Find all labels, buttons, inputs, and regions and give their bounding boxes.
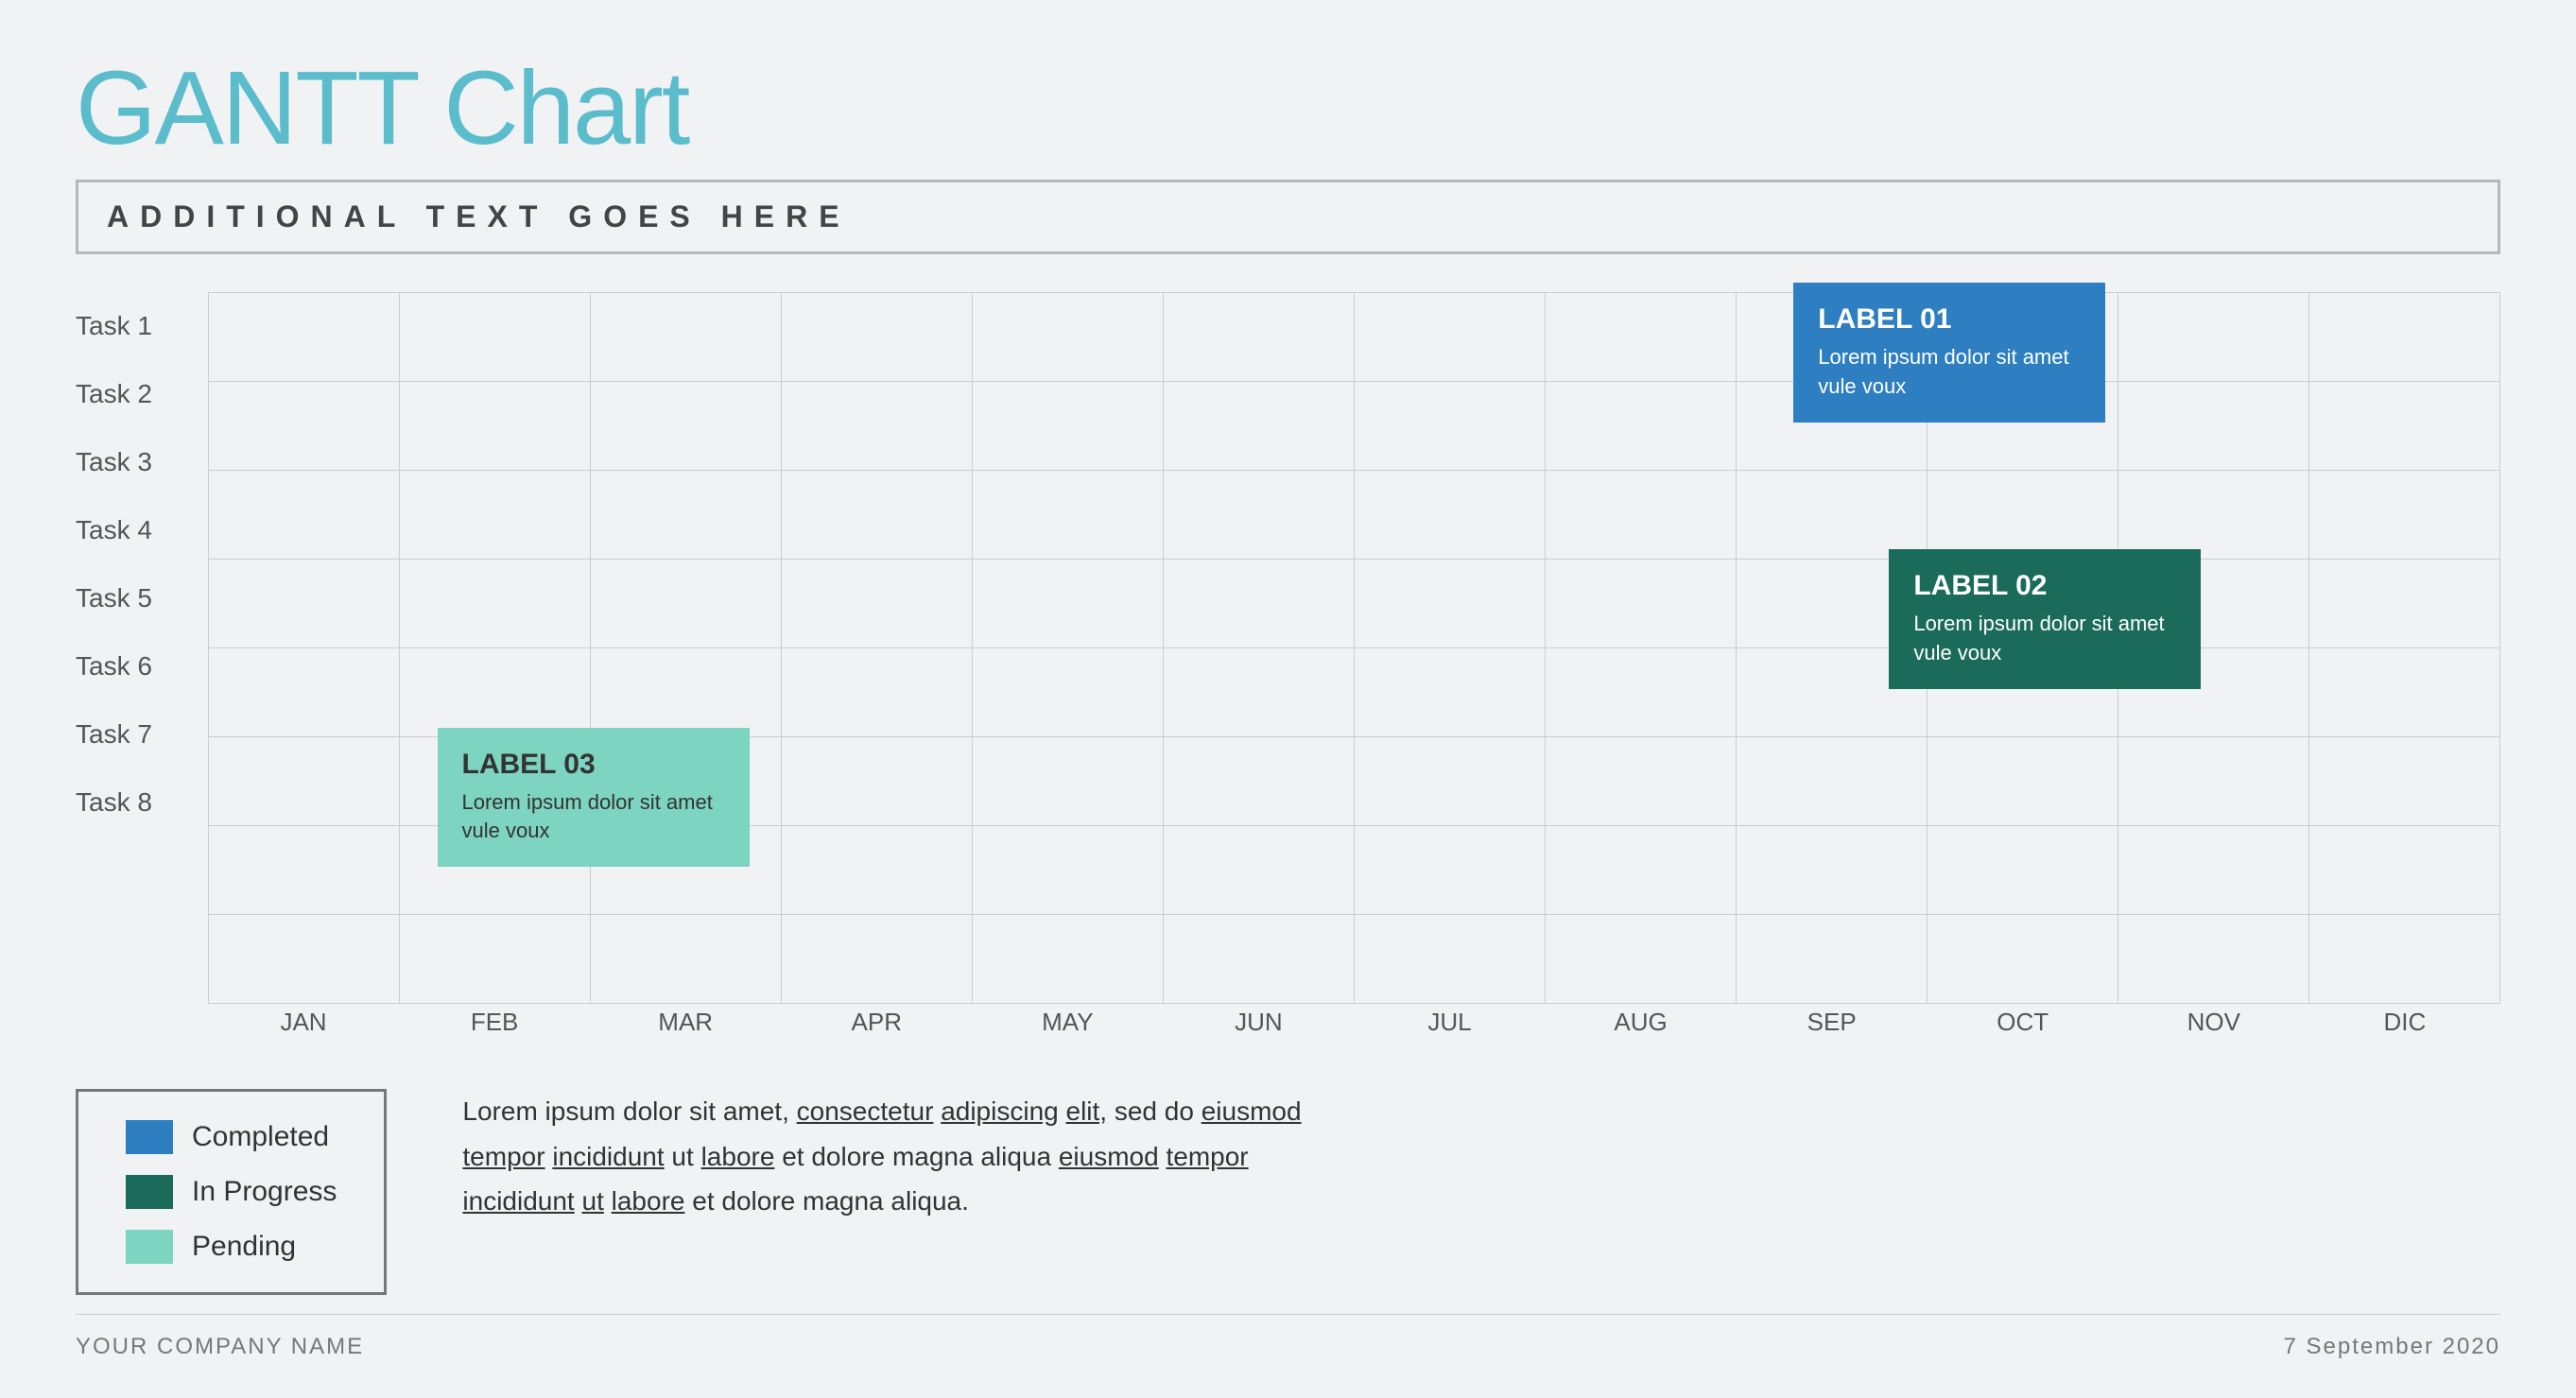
bottom-section: Completed In Progress Pending Lorem ipsu… — [76, 1089, 2500, 1295]
page: GANTT Chart ADDITIONAL TEXT GOES HERE Ta… — [0, 0, 2576, 1398]
subtitle-box: ADDITIONAL TEXT GOES HERE — [76, 180, 2500, 254]
legend-inprogress: In Progress — [126, 1175, 337, 1209]
label-01-body: Lorem ipsum dolor sit amet vule voux — [1818, 343, 2081, 402]
task-label-8: Task 8 — [76, 768, 208, 837]
task-label-4: Task 4 — [76, 496, 208, 564]
legend-pending: Pending — [126, 1230, 337, 1264]
task-label-2: Task 2 — [76, 360, 208, 428]
legend-completed-label: Completed — [192, 1121, 329, 1153]
footer: YOUR COMPANY NAME 7 September 2020 — [76, 1314, 2500, 1360]
month-apr: APR — [781, 1008, 972, 1055]
legend-inprogress-label: In Progress — [192, 1176, 337, 1208]
month-mar: MAR — [590, 1008, 781, 1055]
label-03: LABEL 03 Lorem ipsum dolor sit amet vule… — [438, 728, 750, 868]
month-oct: OCT — [1928, 1008, 2118, 1055]
label-02-body: Lorem ipsum dolor sit amet vule voux — [1913, 610, 2176, 668]
row-3 — [208, 470, 2500, 559]
legend-box: Completed In Progress Pending — [76, 1089, 387, 1295]
grid-rows-container: LABEL 01 Lorem ipsum dolor sit amet vule… — [208, 292, 2500, 1004]
month-jul: JUL — [1354, 1008, 1545, 1055]
task-label-6: Task 6 — [76, 632, 208, 700]
subtitle-text: ADDITIONAL TEXT GOES HERE — [107, 199, 851, 233]
month-sep: SEP — [1737, 1008, 1928, 1055]
description-text: Lorem ipsum dolor sit amet, consectetur … — [462, 1089, 1313, 1224]
label-03-body: Lorem ipsum dolor sit amet vule voux — [462, 788, 725, 847]
month-feb: FEB — [399, 1008, 590, 1055]
label-02: LABEL 02 Lorem ipsum dolor sit amet vule… — [1889, 549, 2201, 689]
month-nov: NOV — [2118, 1008, 2309, 1055]
legend-pending-label: Pending — [192, 1231, 296, 1263]
task-label-1: Task 1 — [76, 292, 208, 360]
legend-color-pending — [126, 1230, 173, 1264]
task-label-3: Task 3 — [76, 428, 208, 496]
task-label-7: Task 7 — [76, 700, 208, 768]
page-title: GANTT Chart — [76, 57, 2500, 161]
month-dic: DIC — [2309, 1008, 2500, 1055]
footer-date: 7 September 2020 — [2284, 1334, 2500, 1360]
row-2 — [208, 381, 2500, 470]
gantt-grid-area: LABEL 01 Lorem ipsum dolor sit amet vule… — [208, 292, 2500, 1051]
task-labels: Task 1 Task 2 Task 3 Task 4 Task 5 Task … — [76, 292, 208, 1051]
description-container: Lorem ipsum dolor sit amet, consectetur … — [462, 1089, 2500, 1224]
label-01: LABEL 01 Lorem ipsum dolor sit amet vule… — [1793, 283, 2105, 423]
gantt-chart: Task 1 Task 2 Task 3 Task 4 Task 5 Task … — [76, 292, 2500, 1051]
row-1 — [208, 292, 2500, 381]
month-aug: AUG — [1546, 1008, 1737, 1055]
label-03-title: LABEL 03 — [462, 749, 725, 781]
task-label-5: Task 5 — [76, 564, 208, 632]
legend-color-inprogress — [126, 1175, 173, 1209]
month-jan: JAN — [208, 1008, 399, 1055]
footer-company: YOUR COMPANY NAME — [76, 1334, 364, 1360]
label-02-title: LABEL 02 — [1913, 570, 2176, 602]
month-headers: JAN FEB MAR APR MAY JUN JUL AUG SEP OCT … — [208, 1008, 2500, 1055]
label-01-title: LABEL 01 — [1818, 303, 2081, 336]
month-may: MAY — [972, 1008, 1163, 1055]
month-jun: JUN — [1163, 1008, 1354, 1055]
row-8 — [208, 914, 2500, 1004]
legend-completed: Completed — [126, 1120, 337, 1154]
legend-color-completed — [126, 1120, 173, 1154]
